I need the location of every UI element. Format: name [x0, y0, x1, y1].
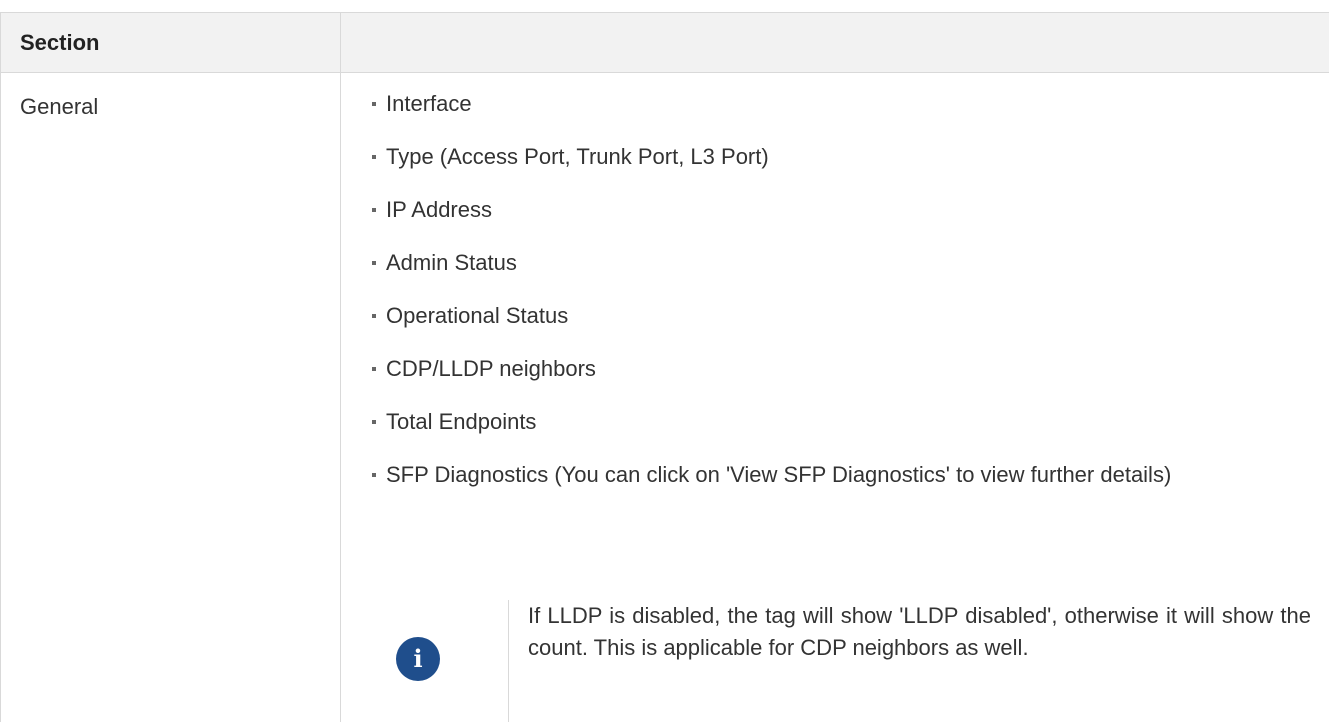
list-item: SFP Diagnostics (You can click on 'View …	[372, 459, 1312, 491]
list-item-text: Total Endpoints	[386, 409, 537, 434]
table-top-border	[0, 12, 1329, 13]
info-icon: i	[396, 637, 440, 681]
note-divider	[508, 600, 509, 722]
bullet-icon	[372, 314, 376, 318]
bullet-icon	[372, 155, 376, 159]
list-item-text: SFP Diagnostics (You can click on 'View …	[386, 462, 1172, 487]
general-fields-list: Interface Type (Access Port, Trunk Port,…	[372, 78, 1312, 512]
bullet-icon	[372, 102, 376, 106]
list-item: Total Endpoints	[372, 406, 1312, 438]
list-item: IP Address	[372, 194, 1312, 226]
list-item: Interface	[372, 88, 1312, 120]
cell-section-general: General	[20, 94, 99, 119]
note-text: If LLDP is disabled, the tag will show '…	[528, 603, 1311, 660]
list-item: Type (Access Port, Trunk Port, L3 Port)	[372, 141, 1312, 173]
list-item: Admin Status	[372, 247, 1312, 279]
list-item-text: Admin Status	[386, 250, 517, 275]
bullet-icon	[372, 473, 376, 477]
list-item-text: Type (Access Port, Trunk Port, L3 Port)	[386, 144, 769, 169]
bullet-icon	[372, 261, 376, 265]
list-item-text: IP Address	[386, 197, 492, 222]
table-left-border	[0, 12, 1, 722]
bullet-icon	[372, 367, 376, 371]
bullet-icon	[372, 208, 376, 212]
list-item-text: Interface	[386, 91, 472, 116]
list-item: CDP/LLDP neighbors	[372, 353, 1312, 385]
list-item-text: Operational Status	[386, 303, 569, 328]
list-item: Operational Status	[372, 300, 1312, 332]
bullet-icon	[372, 420, 376, 424]
info-note: i If LLDP is disabled, the tag will show…	[382, 600, 1322, 722]
header-section: Section	[20, 30, 100, 55]
list-item-text: CDP/LLDP neighbors	[386, 356, 596, 381]
table-header-row	[0, 13, 1329, 72]
section-table: Section General Interface Type (Access P…	[0, 0, 1329, 722]
table-header-divider	[0, 72, 1329, 73]
table-column-divider	[340, 12, 341, 722]
